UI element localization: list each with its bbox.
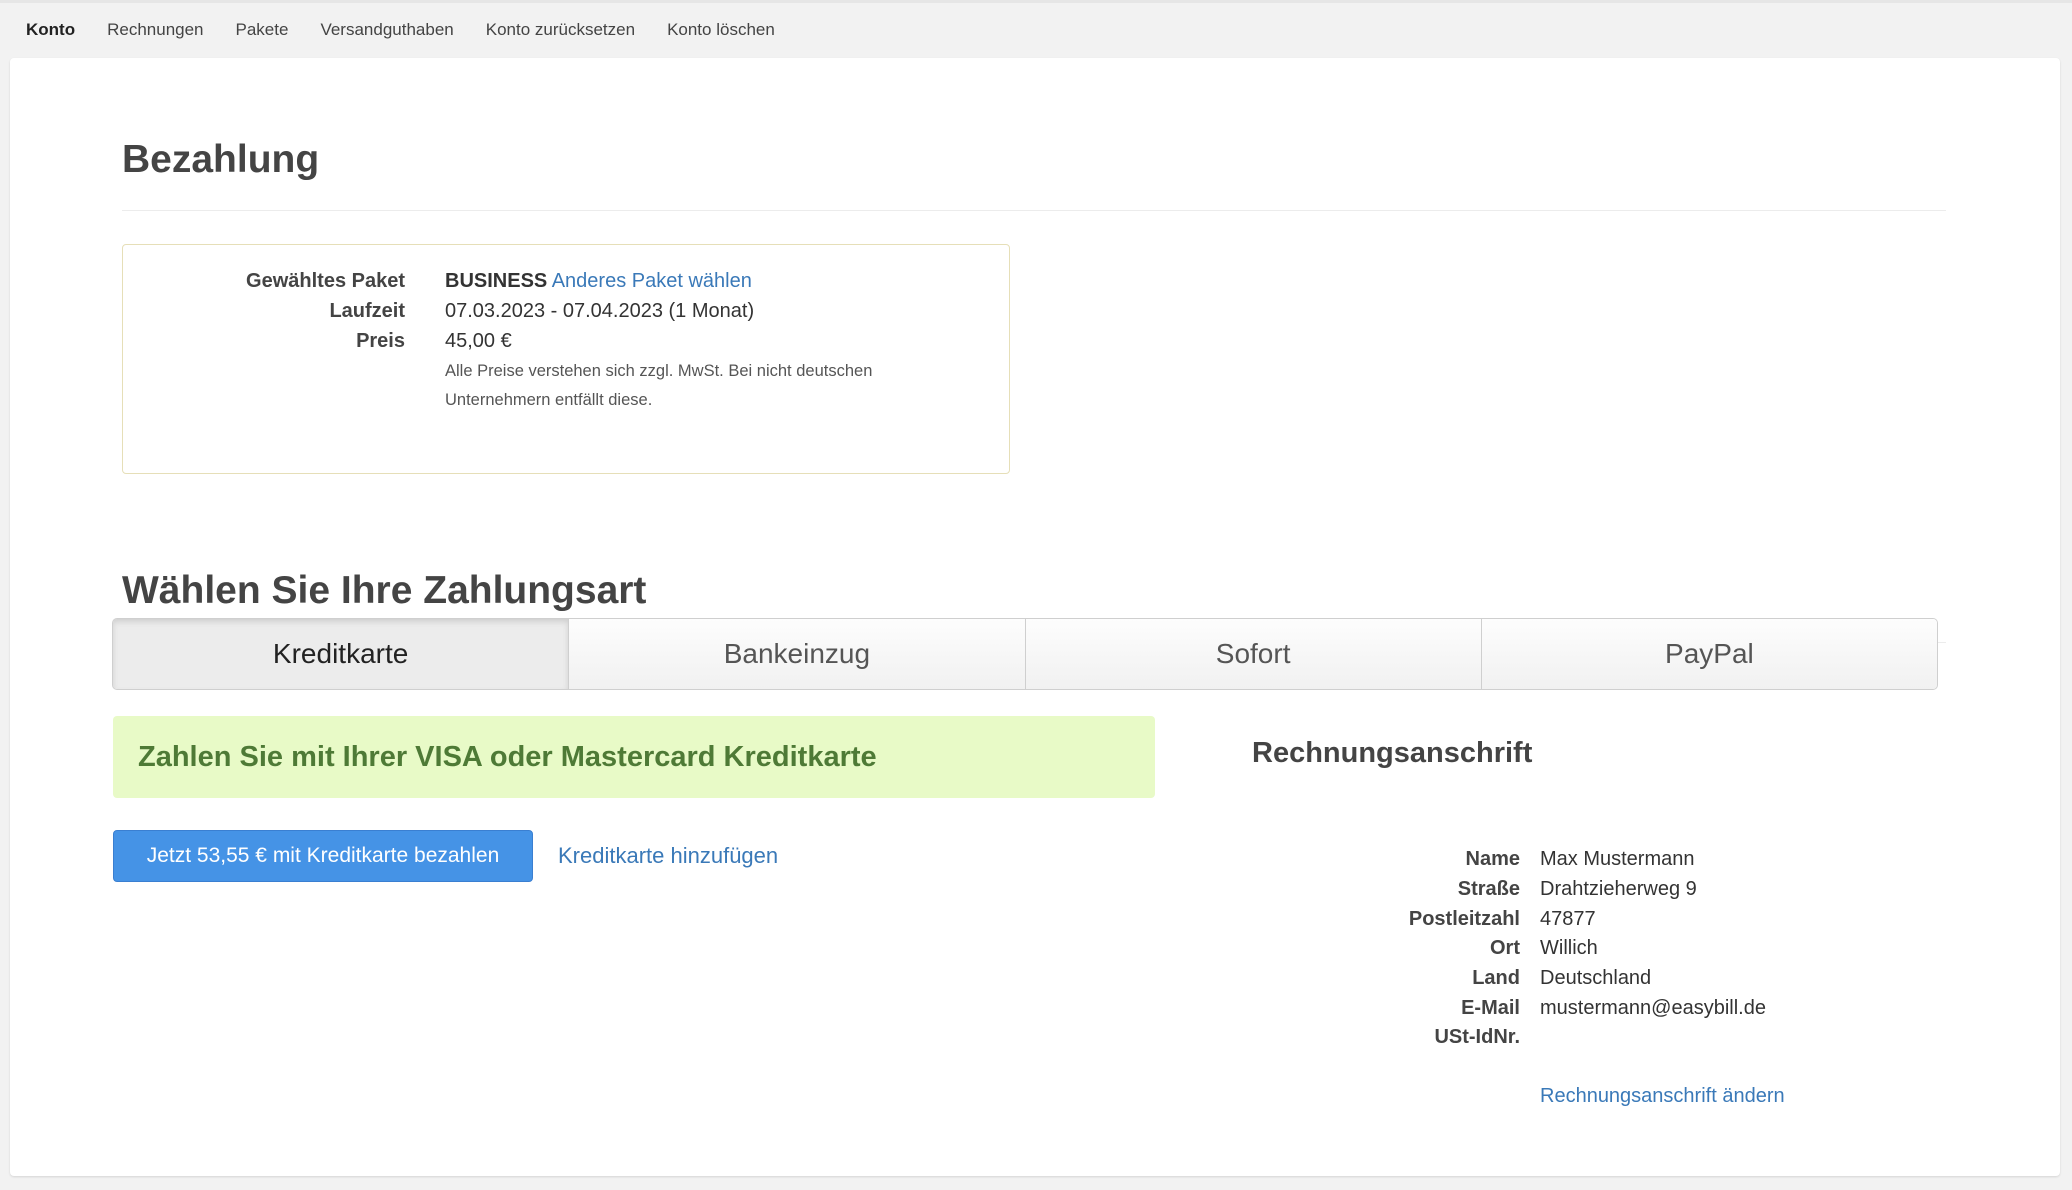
- tab-bankeinzug[interactable]: Bankeinzug: [569, 619, 1026, 689]
- billing-address-title: Rechnungsanschrift: [1252, 737, 1533, 769]
- credit-card-info-alert: Zahlen Sie mit Ihrer VISA oder Mastercar…: [113, 716, 1155, 798]
- divider: [122, 210, 1946, 211]
- billing-city-value: Willich: [1540, 937, 1598, 959]
- price-note-line1: Alle Preise verstehen sich zzgl. MwSt. B…: [445, 362, 873, 380]
- price-note-line2: Unternehmern entfällt diese.: [445, 391, 653, 409]
- billing-zip-value: 47877: [1540, 908, 1596, 930]
- billing-street-value: Drahtzieherweg 9: [1540, 878, 1697, 900]
- billing-email-label: E-Mail: [1461, 997, 1520, 1019]
- billing-country-value: Deutschland: [1540, 967, 1652, 989]
- tab-paypal[interactable]: PayPal: [1481, 619, 1937, 689]
- nav-rechnungen[interactable]: Rechnungen: [107, 20, 203, 40]
- nav-konto-zuruecksetzen[interactable]: Konto zurücksetzen: [486, 20, 635, 40]
- pay-with-credit-card-button[interactable]: Jetzt 53,55 € mit Kreditkarte bezahlen: [113, 830, 533, 882]
- add-credit-card-link[interactable]: Kreditkarte hinzufügen: [558, 843, 778, 869]
- billing-email-value: mustermann@easybill.de: [1540, 997, 1766, 1019]
- nav-pakete[interactable]: Pakete: [236, 20, 289, 40]
- nav-konto-loeschen[interactable]: Konto löschen: [667, 20, 775, 40]
- package-summary-box: Gewähltes Paket BUSINESS Anderes Paket w…: [122, 244, 1010, 474]
- change-package-link[interactable]: Anderes Paket wählen: [552, 270, 752, 292]
- package-value: BUSINESS: [445, 270, 548, 292]
- billing-street-label: Straße: [1457, 878, 1520, 900]
- term-label: Laufzeit: [329, 300, 405, 322]
- payment-method-tabs: Kreditkarte Bankeinzug Sofort PayPal: [112, 618, 1938, 690]
- edit-billing-address-link[interactable]: Rechnungsanschrift ändern: [1540, 1085, 1785, 1108]
- billing-name-value: Max Mustermann: [1540, 848, 1695, 870]
- price-value: 45,00 €: [445, 330, 512, 352]
- price-label: Preis: [356, 330, 405, 352]
- term-value: 07.03.2023 - 07.04.2023 (1 Monat): [445, 300, 755, 322]
- billing-zip-label: Postleitzahl: [1408, 908, 1520, 930]
- nav-konto[interactable]: Konto: [26, 20, 75, 40]
- price-note: Alle Preise verstehen sich zzgl. MwSt. B…: [445, 357, 872, 415]
- billing-city-label: Ort: [1490, 937, 1520, 959]
- payment-title: Bezahlung: [122, 138, 320, 181]
- billing-country-label: Land: [1472, 967, 1520, 989]
- nav-versandguthaben[interactable]: Versandguthaben: [320, 20, 453, 40]
- tab-sofort[interactable]: Sofort: [1025, 619, 1482, 689]
- billing-vat-label: USt-IdNr.: [1434, 1026, 1520, 1048]
- package-label: Gewähltes Paket: [246, 270, 405, 292]
- package-value-row: BUSINESS Anderes Paket wählen: [445, 270, 752, 293]
- top-navigation: Konto Rechnungen Pakete Versandguthaben …: [0, 0, 2072, 56]
- billing-name-label: Name: [1465, 848, 1520, 870]
- payment-method-title: Wählen Sie Ihre Zahlungsart: [122, 569, 647, 612]
- tab-kreditkarte[interactable]: Kreditkarte: [113, 619, 570, 689]
